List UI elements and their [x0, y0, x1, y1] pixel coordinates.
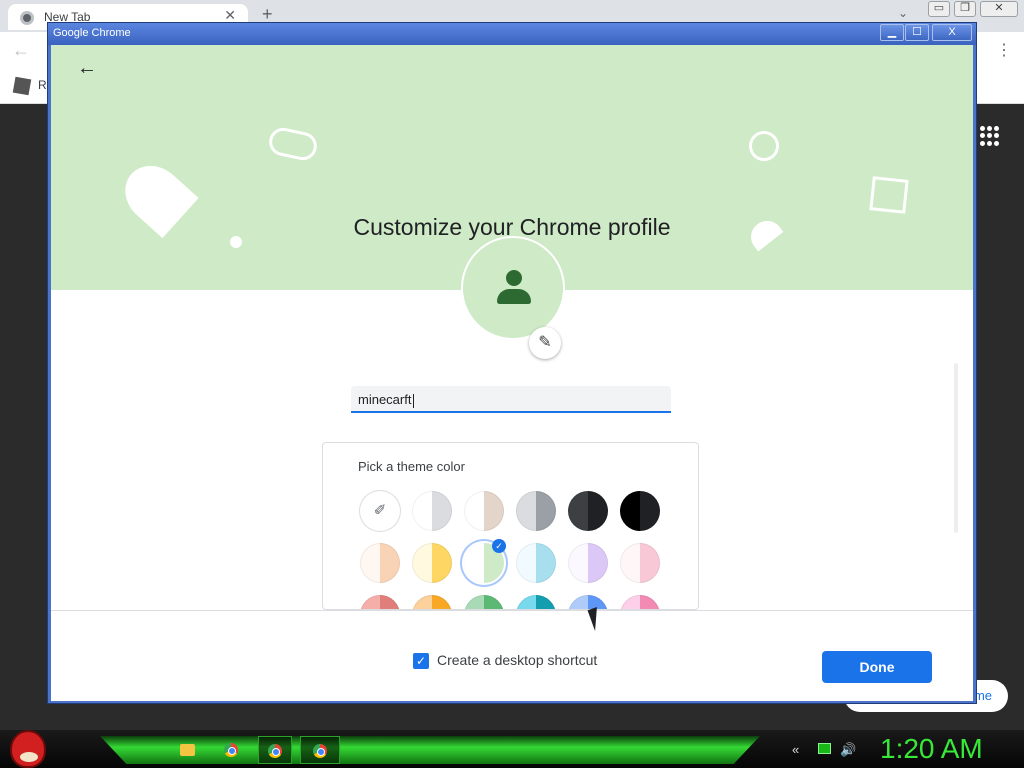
theme-color-swatch[interactable]: [516, 491, 556, 531]
person-icon: [496, 270, 532, 308]
scrollbar[interactable]: [954, 363, 958, 533]
close-button[interactable]: X: [932, 24, 972, 41]
profile-name-input[interactable]: minecarft: [351, 386, 671, 413]
network-icon[interactable]: [818, 743, 831, 754]
maximize-button[interactable]: ☐: [905, 24, 929, 41]
desktop-shortcut-checkbox[interactable]: ✓: [413, 653, 429, 669]
dialog-titlebar[interactable]: Google Chrome ▁ ☐ X: [48, 23, 976, 45]
decor-pill-shape: [266, 125, 320, 163]
start-button-bird-icon[interactable]: [10, 730, 46, 768]
chrome-icon: [268, 743, 282, 758]
edit-avatar-button[interactable]: ✎: [529, 327, 561, 359]
theme-color-swatch[interactable]: [620, 543, 660, 583]
theme-color-swatch[interactable]: [568, 491, 608, 531]
chrome-icon: [313, 743, 327, 758]
taskbar-chrome-3[interactable]: [300, 736, 340, 764]
custom-color-picker-button[interactable]: ✐: [360, 491, 400, 531]
theme-color-label: Pick a theme color: [358, 459, 465, 474]
theme-color-swatch[interactable]: [620, 595, 660, 609]
chrome-icon: [20, 11, 34, 25]
browser-menu-icon[interactable]: ⋮: [996, 40, 1012, 60]
decor-circle-shape: [749, 131, 779, 161]
theme-color-swatch[interactable]: [412, 491, 452, 531]
theme-color-swatch[interactable]: [568, 595, 608, 609]
desktop-shortcut-label[interactable]: Create a desktop shortcut: [437, 652, 597, 668]
dialog-title: Google Chrome: [53, 27, 131, 39]
taskbar-chrome-1[interactable]: [216, 736, 246, 764]
profile-name-value: minecarft: [358, 392, 412, 407]
dialog-content: ← Customize your Chrome profile ✎ mineca…: [51, 45, 973, 701]
chrome-icon: [224, 742, 238, 757]
taskbar-chrome-2[interactable]: [258, 736, 292, 764]
taskbar: « 🔊 1:20 AM: [0, 730, 1024, 768]
theme-color-swatch[interactable]: [360, 595, 400, 609]
theme-color-swatch[interactable]: [464, 491, 504, 531]
theme-color-swatch[interactable]: [464, 595, 504, 609]
theme-color-swatch[interactable]: [516, 543, 556, 583]
footer-divider: [51, 610, 973, 611]
done-button[interactable]: Done: [822, 651, 932, 683]
theme-color-swatch[interactable]: [412, 543, 452, 583]
volume-icon[interactable]: 🔊: [840, 742, 856, 758]
text-caret: [413, 393, 415, 408]
browser-restore-button[interactable]: ❐: [954, 1, 976, 17]
theme-color-swatch[interactable]: [516, 595, 556, 609]
eyedropper-icon: ✐: [373, 502, 387, 519]
theme-color-picker: Pick a theme color ✐ ✓: [322, 442, 699, 610]
browser-close-button[interactable]: ✕: [980, 1, 1018, 17]
theme-color-swatch[interactable]: [568, 543, 608, 583]
theme-color-swatch[interactable]: [360, 543, 400, 583]
back-arrow-icon[interactable]: ←: [73, 55, 101, 83]
minimize-button[interactable]: ▁: [880, 24, 904, 41]
tray-expand-icon[interactable]: «: [792, 742, 799, 757]
profile-dialog-window: Google Chrome ▁ ☐ X ← Customize your Chr…: [47, 22, 977, 704]
browser-minimize-button[interactable]: ▭: [928, 1, 950, 17]
theme-color-swatch[interactable]: [620, 491, 660, 531]
pencil-icon: ✎: [538, 334, 552, 351]
theme-color-swatch[interactable]: [412, 595, 452, 609]
taskbar-file-explorer[interactable]: [172, 736, 202, 764]
decor-square-shape: [869, 176, 909, 214]
clock[interactable]: 1:20 AM: [880, 733, 983, 765]
selected-check-icon: ✓: [492, 539, 506, 553]
folder-icon: [179, 743, 195, 756]
browser-back-icon[interactable]: ←: [12, 40, 30, 61]
bookmark-label[interactable]: R: [38, 78, 47, 92]
tab-search-icon[interactable]: ⌄: [898, 6, 908, 20]
profile-avatar: [461, 236, 565, 340]
apps-grid-icon[interactable]: [980, 126, 1000, 146]
roblox-icon[interactable]: [12, 76, 32, 96]
